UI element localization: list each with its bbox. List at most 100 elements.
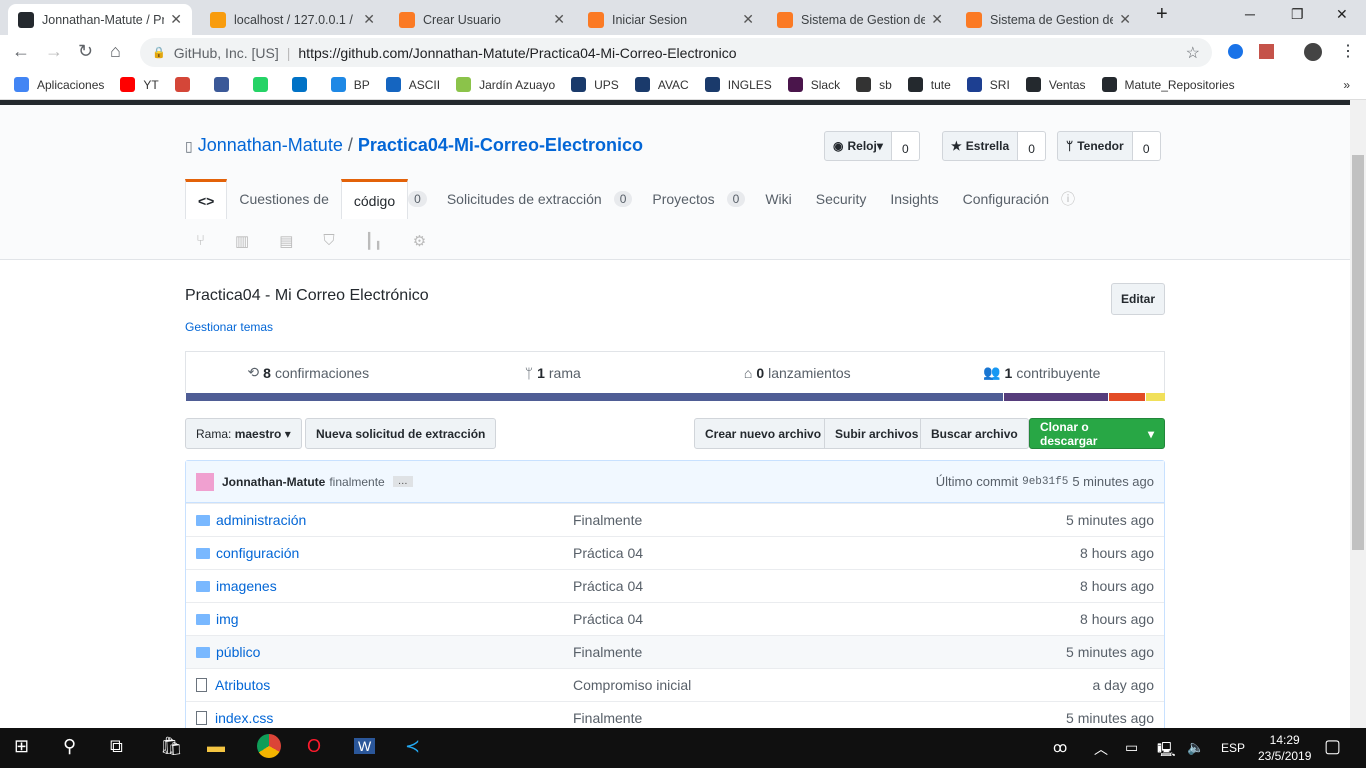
tab-issues[interactable]: Cuestiones de [227, 179, 341, 219]
file-row[interactable]: imagenes Práctica 04 8 hours ago [186, 569, 1164, 602]
close-tab-icon[interactable]: ✕ [553, 11, 565, 28]
tab-code[interactable]: código [340, 179, 409, 219]
releases-link[interactable]: ⌂ 0 lanzamientos [675, 352, 920, 393]
network-icon[interactable]: 🖳 [1157, 739, 1176, 763]
tab-pull-requests[interactable]: Solicitudes de extracción [435, 179, 614, 219]
code-tab-icon[interactable]: <> [185, 179, 228, 219]
upload-files-button[interactable]: Subir archivos [824, 418, 930, 449]
file-row[interactable]: público Finalmente 5 minutes ago [186, 635, 1164, 668]
clone-download-button[interactable]: Clonar o descargar ▾ [1029, 418, 1165, 449]
input-language[interactable]: ESP [1221, 741, 1245, 755]
bookmark-item[interactable]: UPS [571, 77, 619, 92]
language-segment[interactable] [1145, 393, 1165, 401]
fork-button[interactable]: ᛘ Tenedor [1057, 131, 1133, 161]
repo-name-link[interactable]: Practica04-Mi-Correo-Electronico [358, 135, 643, 155]
close-window-button[interactable]: ✕ [1336, 6, 1348, 23]
home-icon[interactable]: ⌂ [110, 41, 121, 62]
language-segment[interactable] [185, 393, 1004, 401]
clock[interactable]: 14:29 23/5/2019 [1258, 732, 1311, 764]
browser-tab[interactable]: Jonnathan-Matute / Pra ✕ [8, 4, 192, 35]
file-row[interactable]: img Práctica 04 8 hours ago [186, 602, 1164, 635]
graph-icon[interactable]: ┃╻ [365, 232, 383, 250]
new-tab-button[interactable]: + [1156, 3, 1168, 26]
watch-count[interactable]: 0 [891, 131, 920, 161]
branches-link[interactable]: ᛘ 1 rama [431, 352, 676, 393]
opera-icon[interactable]: O [307, 736, 321, 757]
create-file-button[interactable]: Crear nuevo archivo [694, 418, 833, 449]
file-name-link[interactable]: Atributos [215, 677, 270, 693]
scrollbar[interactable] [1350, 100, 1366, 728]
commit-message-link[interactable]: Compromiso inicial [573, 677, 1093, 693]
bookmark-item[interactable]: AVAC [634, 77, 689, 92]
new-pull-request-button[interactable]: Nueva solicitud de extracción [305, 418, 497, 449]
search-icon[interactable]: ⚲ [63, 736, 76, 757]
close-tab-icon[interactable]: ✕ [931, 11, 943, 28]
close-tab-icon[interactable]: ✕ [1119, 11, 1131, 28]
more-bookmarks-icon[interactable]: » [1343, 78, 1350, 92]
extension-icon[interactable] [1228, 44, 1243, 59]
tab-projects[interactable]: Proyectos [640, 179, 726, 219]
vscode-icon[interactable]: ≺ [405, 736, 420, 757]
browser-tab[interactable]: Sistema de Gestion de ✕ [956, 4, 1141, 35]
watch-button[interactable]: ◉ Reloj ▾ [824, 131, 892, 161]
star-bookmark-icon[interactable]: ☆ [1186, 43, 1200, 63]
bookmark-item[interactable]: sb [856, 77, 892, 92]
profile-avatar[interactable] [1304, 43, 1322, 61]
star-count[interactable]: 0 [1018, 131, 1047, 161]
bookmark-item[interactable]: ASCII [385, 77, 440, 92]
shield-icon[interactable]: ⛉ [323, 232, 334, 250]
bookmark-item[interactable] [213, 77, 237, 92]
pdf-extension-icon[interactable] [1259, 44, 1274, 59]
file-name-link[interactable]: configuración [216, 545, 299, 561]
bookmark-item[interactable]: BP [330, 77, 370, 92]
close-tab-icon[interactable]: ✕ [363, 11, 375, 28]
branch-select[interactable]: Rama: maestro ▾ [185, 418, 302, 449]
forward-icon[interactable]: → [45, 41, 63, 62]
file-row[interactable]: administración Finalmente 5 minutes ago [186, 503, 1164, 536]
file-name-link[interactable]: imagenes [216, 578, 277, 594]
wiki-icon[interactable]: ▤ [279, 232, 293, 250]
manage-topics-link[interactable]: Gestionar temas [185, 320, 273, 334]
bookmark-item[interactable] [174, 77, 198, 92]
commit-message-link[interactable]: Práctica 04 [573, 611, 1080, 627]
restore-button[interactable]: ❐ [1291, 6, 1304, 23]
repo-owner-link[interactable]: Jonnathan-Matute [198, 135, 343, 155]
commit-message-link[interactable]: Práctica 04 [573, 545, 1080, 561]
file-name-link[interactable]: index.css [215, 710, 273, 726]
file-explorer-icon[interactable]: ▬ [207, 736, 225, 757]
bookmark-item[interactable]: Slack [787, 77, 840, 92]
contributors-link[interactable]: 👥 1 contribuyente [920, 352, 1165, 393]
language-segment[interactable] [1003, 393, 1109, 401]
find-file-button[interactable]: Buscar archivo [920, 418, 1029, 449]
store-icon[interactable]: 🛍 [160, 736, 183, 757]
tab-security[interactable]: Security [804, 179, 879, 219]
url-text[interactable]: https://github.com/Jonnathan-Matute/Prac… [298, 45, 736, 61]
file-row[interactable]: Atributos Compromiso inicial a day ago [186, 668, 1164, 701]
language-segment[interactable] [1108, 393, 1146, 401]
volume-icon[interactable]: 🔈 [1187, 739, 1204, 756]
close-tab-icon[interactable]: ✕ [170, 11, 182, 28]
bookmark-item[interactable]: SRI [966, 77, 1010, 92]
file-name-link[interactable]: público [216, 644, 260, 660]
minimize-button[interactable]: ─ [1245, 6, 1255, 22]
reload-icon[interactable]: ↻ [78, 41, 93, 62]
menu-icon[interactable]: ⋮ [1340, 41, 1356, 61]
tab-settings[interactable]: Configuración [951, 179, 1061, 219]
language-bar[interactable] [185, 393, 1165, 401]
bookmark-item[interactable]: tute [907, 77, 951, 92]
file-name-link[interactable]: img [216, 611, 239, 627]
gear-icon[interactable]: ⚙ [413, 232, 426, 250]
bookmark-item[interactable] [252, 77, 276, 92]
commit-message-link[interactable]: Práctica 04 [573, 578, 1080, 594]
people-icon[interactable]: ꝏ [1053, 739, 1067, 756]
commit-message-link[interactable]: Finalmente [573, 710, 1066, 726]
bookmark-item[interactable]: Jardín Azuayo [456, 77, 555, 92]
alert-icon[interactable]: ⓘ [1061, 189, 1075, 209]
commit-message-link[interactable]: Finalmente [573, 644, 1066, 660]
task-view-icon[interactable]: ⧉ [110, 736, 123, 757]
expand-commit-button[interactable]: … [392, 476, 413, 487]
pull-request-icon[interactable]: ⑂ [196, 232, 205, 250]
avatar[interactable] [196, 472, 214, 491]
back-icon[interactable]: ← [12, 41, 30, 62]
battery-icon[interactable]: ▭ [1125, 739, 1138, 756]
